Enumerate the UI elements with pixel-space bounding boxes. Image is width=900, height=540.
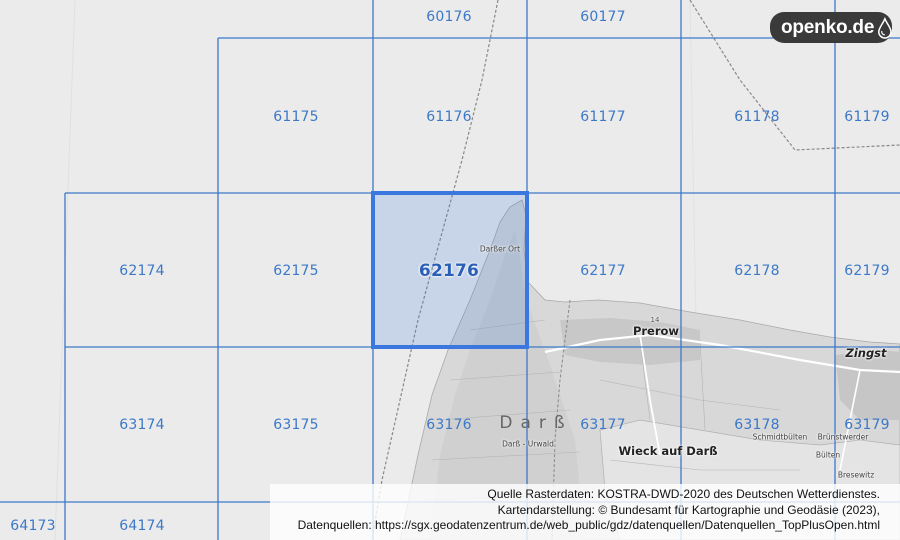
grid-cell-label[interactable]: 63174 [119, 417, 165, 433]
place-label: Schmidtbülten [752, 432, 808, 442]
grid-cell-label[interactable]: 60176 [426, 9, 472, 25]
place-label: Bresewitz [837, 470, 875, 480]
openko-logo[interactable]: openko.de [770, 12, 892, 43]
attribution-line: Quelle Rasterdaten: KOSTRA-DWD-2020 des … [487, 487, 880, 501]
place-label: Brünstwerder [817, 432, 869, 442]
attribution-line: Kartendarstellung: © Bundesamt für Karto… [497, 502, 880, 517]
grid-cell-label[interactable]: 61178 [734, 109, 780, 125]
map-view[interactable]: 60176 60177 61175 61176 61177 61178 6117… [0, 0, 900, 540]
brand-name: openko.de [781, 16, 875, 38]
grid-cell-label[interactable]: 64174 [119, 518, 165, 534]
selected-grid-cell-label[interactable]: 62176 [419, 261, 479, 281]
grid-cell-label[interactable]: 64173 [10, 518, 56, 534]
grid-cell-label[interactable]: 62175 [273, 263, 319, 279]
grid-cell-label[interactable]: 62179 [844, 263, 890, 279]
place-label: Darß - Urwald [502, 439, 554, 449]
place-label-wieck: Wieck auf Darß [618, 444, 718, 458]
place-label: Bülten [815, 450, 841, 460]
place-label: Darßer Ort [479, 244, 521, 254]
grid-cell-label[interactable]: 62177 [580, 263, 626, 279]
map-attribution: Quelle Rasterdaten: KOSTRA-DWD-2020 des … [270, 484, 900, 540]
place-label-zingst: Zingst [845, 346, 887, 360]
region-label-darss: Darß [499, 413, 573, 433]
grid-cell-label[interactable]: 61179 [844, 109, 890, 125]
grid-cell-label[interactable]: 61176 [426, 109, 472, 125]
place-label-prerow: Prerow [632, 324, 680, 338]
grid-cell-label[interactable]: 60177 [580, 9, 626, 25]
grid-cell-label[interactable]: 63177 [580, 417, 626, 433]
grid-cell-label[interactable]: 63175 [273, 417, 319, 433]
grid-cell-label[interactable]: 63179 [844, 417, 890, 433]
attribution-line[interactable]: Datenquellen: https://sgx.geodatenzentru… [270, 518, 880, 534]
grid-cell-label[interactable]: 61175 [273, 109, 319, 125]
grid-cell-label[interactable]: 63176 [426, 417, 472, 433]
water-drop-icon [878, 16, 892, 39]
grid-cell-label[interactable]: 63178 [734, 417, 780, 433]
grid-cell-label[interactable]: 62174 [119, 263, 165, 279]
place-label: 14 [650, 316, 660, 324]
grid-cell-label[interactable]: 61177 [580, 109, 626, 125]
grid-cell-label[interactable]: 62178 [734, 263, 780, 279]
